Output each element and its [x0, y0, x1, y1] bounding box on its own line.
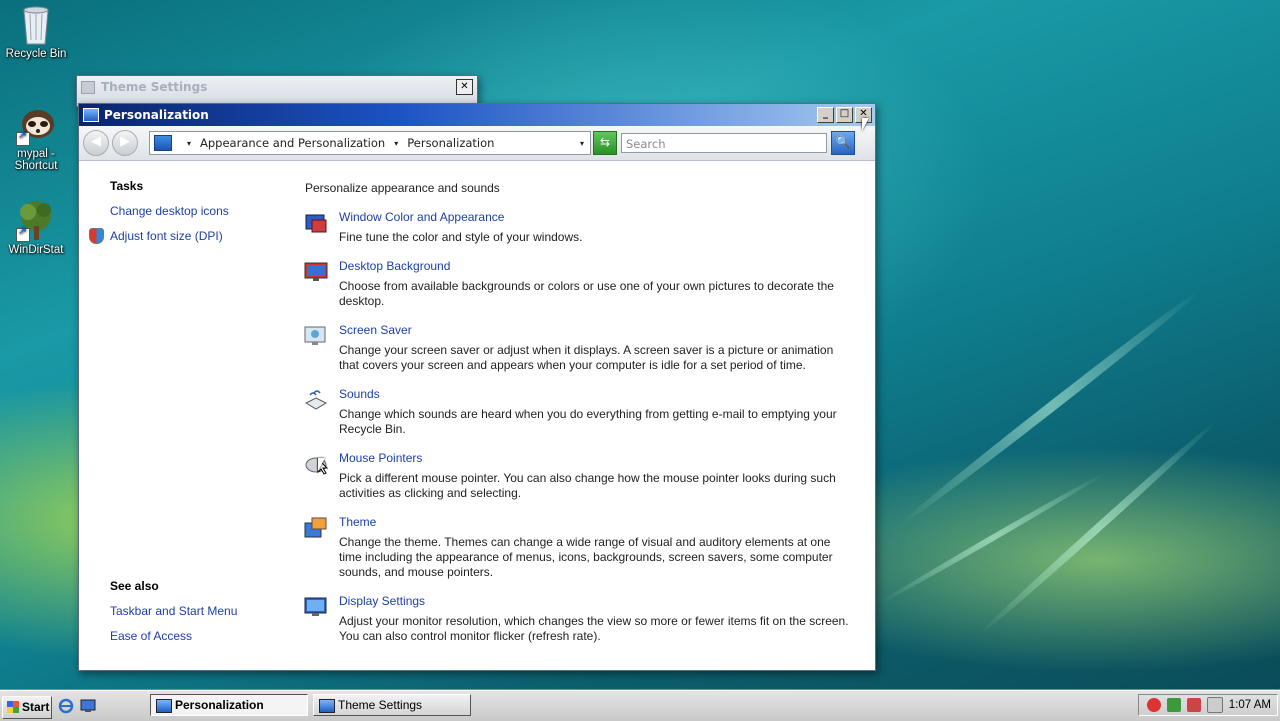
security-alert-icon[interactable]	[1146, 698, 1161, 712]
task-pane: Tasks Change desktop icons Adjust font s…	[79, 161, 289, 670]
breadcrumb-dropdown-icon[interactable]: ▾	[187, 139, 191, 148]
taskbar-button-label: Theme Settings	[338, 698, 423, 712]
theme-icon	[304, 517, 327, 538]
taskbar-button-label: Personalization	[175, 698, 264, 712]
breadcrumb-appearance[interactable]: Appearance and Personalization	[200, 136, 385, 150]
clock[interactable]: 1:07 AM	[1229, 699, 1271, 711]
window-color-desc: Fine tune the color and style of your wi…	[339, 230, 583, 244]
personalization-window[interactable]: Personalization _ □ ✕ ◀ ▶ ▾ Appearance a…	[78, 103, 876, 671]
screen-saver-icon	[304, 326, 326, 345]
wallpaper-streak	[896, 287, 1203, 529]
window-color-icon	[305, 214, 327, 233]
desktop-icon-recycle-bin[interactable]: Recycle Bin	[0, 2, 72, 60]
window-title: Theme Settings	[101, 80, 208, 94]
window-icon	[319, 699, 335, 713]
refresh-button[interactable]: ⇆	[593, 131, 617, 155]
see-also-heading: See also	[110, 579, 159, 593]
breadcrumb-dropdown-icon[interactable]: ▾	[394, 139, 398, 148]
theme-desc: Change the theme. Themes can change a wi…	[339, 535, 833, 579]
start-button[interactable]: Start	[2, 696, 52, 719]
windirstat-icon	[14, 198, 58, 242]
shortcut-arrow-icon	[16, 226, 30, 242]
search-icon[interactable]: 🔍	[831, 131, 855, 155]
display-settings-link[interactable]: Display Settings	[339, 594, 425, 608]
page-title: Personalize appearance and sounds	[305, 181, 500, 195]
mouse-cursor-icon	[862, 118, 869, 131]
tasks-heading: Tasks	[110, 179, 144, 193]
theme-link[interactable]: Theme	[339, 515, 376, 529]
control-panel-icon	[154, 135, 172, 151]
desktop-icon-label: Recycle Bin	[5, 48, 67, 60]
display-settings-desc: Adjust your monitor resolution, which ch…	[339, 614, 849, 643]
content-area: Tasks Change desktop icons Adjust font s…	[79, 161, 875, 670]
mouse-cursor-icon	[318, 458, 325, 471]
volume-icon[interactable]	[1206, 697, 1223, 713]
screen-saver-link[interactable]: Screen Saver	[339, 323, 412, 337]
sounds-link[interactable]: Sounds	[339, 387, 380, 401]
shield-icon	[89, 228, 104, 244]
system-tray: 1:07 AM	[1138, 694, 1278, 716]
window-color-link[interactable]: Window Color and Appearance	[339, 210, 504, 224]
desktop-icon-mypal[interactable]: mypal - Shortcut	[0, 102, 72, 172]
network-icon[interactable]	[1166, 698, 1181, 712]
back-button[interactable]: ◀	[83, 130, 109, 156]
minimize-button[interactable]: _	[817, 107, 834, 123]
navigation-bar: ◀ ▶ ▾ Appearance and Personalization ▾ P…	[79, 126, 875, 161]
taskbar-start-menu-link[interactable]: Taskbar and Start Menu	[110, 604, 237, 618]
display-alert-icon[interactable]	[1186, 698, 1201, 712]
sounds-desc: Change which sounds are heard when you d…	[339, 407, 837, 436]
theme-settings-titlebar[interactable]: Theme Settings	[77, 76, 477, 98]
window-icon	[156, 699, 172, 713]
taskbar-button-theme-settings[interactable]: Theme Settings	[313, 694, 471, 716]
address-dropdown-icon[interactable]: ▾	[580, 139, 584, 148]
recycle-bin-icon	[14, 2, 58, 46]
forward-button[interactable]: ▶	[112, 130, 138, 156]
desktop-icon-windirstat[interactable]: WinDirStat	[0, 198, 72, 256]
desktop-background-link[interactable]: Desktop Background	[339, 259, 450, 273]
desktop-icon-label: WinDirStat	[8, 244, 64, 256]
change-desktop-icons-link[interactable]: Change desktop icons	[110, 204, 229, 218]
desktop-background-desc: Choose from available backgrounds or col…	[339, 279, 834, 308]
breadcrumb-personalization[interactable]: Personalization	[407, 136, 494, 150]
show-desktop-icon[interactable]	[80, 698, 96, 714]
display-settings-icon	[304, 597, 327, 616]
wallpaper-streak	[878, 470, 1107, 606]
window-icon	[81, 80, 95, 94]
mouse-pointers-desc: Pick a different mouse pointer. You can …	[339, 471, 836, 500]
mouse-pointers-link[interactable]: Mouse Pointers	[339, 451, 422, 465]
taskbar-button-personalization[interactable]: Personalization	[150, 694, 308, 716]
windows-flag-icon	[7, 701, 19, 713]
window-title: Personalization	[104, 108, 209, 122]
address-bar[interactable]: ▾ Appearance and Personalization ▾ Perso…	[149, 131, 591, 155]
ease-of-access-link[interactable]: Ease of Access	[110, 629, 192, 643]
search-input[interactable]: Search	[621, 133, 827, 153]
taskbar: Start Personalization Theme Settings 1:0…	[0, 690, 1280, 721]
shortcut-arrow-icon	[16, 130, 30, 146]
adjust-font-size-link[interactable]: Adjust font size (DPI)	[110, 229, 223, 243]
sounds-icon	[304, 390, 328, 410]
desktop-background-icon	[304, 262, 328, 281]
personalization-titlebar[interactable]: Personalization _ □ ✕	[79, 104, 875, 126]
internet-explorer-icon[interactable]	[58, 698, 74, 714]
desktop-icon-label: mypal - Shortcut	[14, 148, 58, 172]
screen-saver-desc: Change your screen saver or adjust when …	[339, 343, 834, 372]
window-icon	[83, 108, 99, 122]
maximize-button[interactable]: □	[836, 107, 853, 123]
mypal-icon	[14, 102, 58, 146]
start-label: Start	[22, 700, 50, 714]
close-button[interactable]: ✕	[456, 79, 473, 95]
